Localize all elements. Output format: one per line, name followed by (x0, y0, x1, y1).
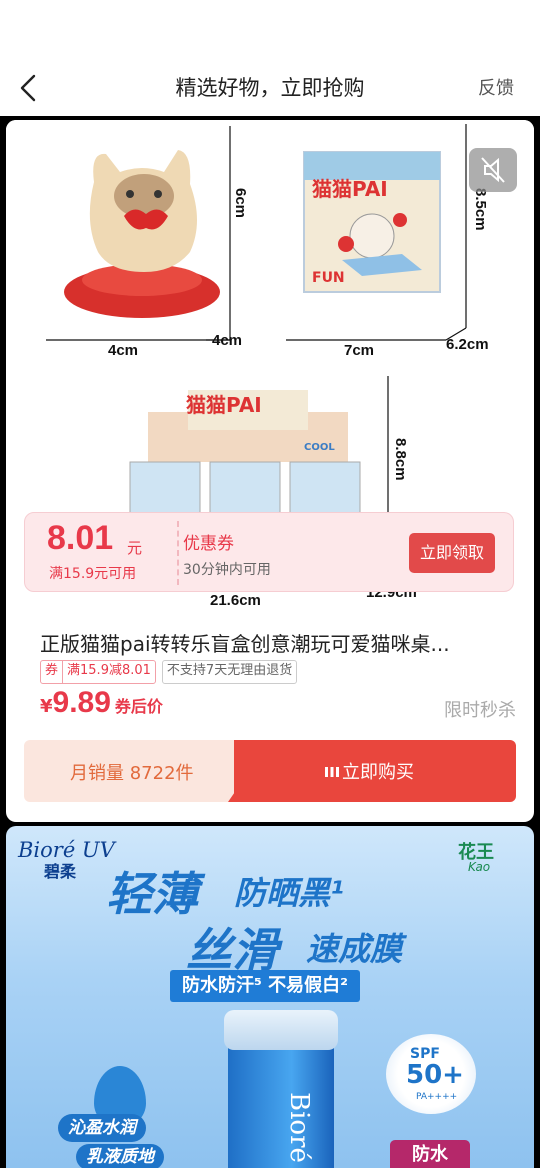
figure-width-label: 4cm (108, 342, 139, 359)
ad-brand-cn: 碧柔 (44, 862, 77, 881)
display-height-label: 8.8cm (392, 438, 409, 481)
product-card[interactable]: 猫猫PAI FUN 猫猫PAI COOL 6cm 4cm 4cm 8.5cm 7… (6, 120, 534, 822)
coupon-tag-label: 券 (41, 661, 64, 683)
pa-rating: PA++++ (416, 1092, 458, 1102)
price-block: ¥9.89 券后价 (40, 686, 163, 720)
figure-depth-label: 4cm (212, 332, 243, 349)
display-width-label: 21.6cm (210, 592, 261, 609)
coupon-name: 优惠券 (183, 534, 234, 554)
ad-badge-1: 沁盈水润 (58, 1114, 146, 1142)
flash-sale-label: 限时秒杀 (444, 700, 516, 721)
mute-icon (481, 157, 505, 183)
bottle-text: Bioré (284, 1092, 314, 1163)
waterproof-badge: 防水 (390, 1140, 470, 1168)
ad-headline-2-sub: 速成膜 (306, 930, 403, 968)
coupon-banner[interactable]: 8.01 元 满15.9元可用 优惠券 30分钟内可用 立即领取 (24, 512, 514, 592)
monthly-sales: 月销量 8722件 (70, 763, 194, 784)
bars-icon (325, 767, 339, 777)
box-depth-label: 6.2cm (446, 336, 489, 353)
coupon-condition: 满15.9元可用 (49, 566, 137, 582)
coupon-amount: 8.01 (47, 519, 114, 557)
price-note: 券后价 (114, 697, 163, 716)
coupon-validity: 30分钟内可用 (183, 562, 271, 578)
price-symbol: ¥ (40, 696, 53, 717)
ad-feature-pill: 防水防汗⁵ 不易假白² (170, 970, 361, 1002)
top-bar: 精选好物，立即抢购 反馈 (0, 0, 540, 116)
spf-value: 50+ (406, 1060, 464, 1090)
coupon-unit: 元 (127, 539, 143, 557)
ad-headline-1: 轻薄 (106, 867, 198, 921)
buy-now-button[interactable]: 立即购买 (234, 740, 516, 802)
buy-now-label: 立即购买 (342, 762, 414, 783)
ad-maker-en: Kao (468, 860, 491, 874)
sunscreen-ad-banner[interactable]: Bioré UV 碧柔 花王 Kao 轻薄 防晒黑¹ 丝滑 速成膜 防水防汗⁵ … (6, 826, 534, 1168)
mute-button[interactable] (469, 148, 517, 192)
feedback-link[interactable]: 反馈 (478, 74, 514, 100)
coupon-tag: 券 满15.9减8.01 (40, 660, 156, 684)
spf-badge: SPF 50+ PA++++ (386, 1034, 476, 1114)
product-video[interactable]: 猫猫PAI FUN 猫猫PAI COOL 6cm 4cm 4cm 8.5cm 7… (6, 120, 534, 609)
coupon-tag-text: 满15.9减8.01 (67, 663, 151, 678)
figure-height-label: 6cm (232, 188, 249, 219)
claim-coupon-button[interactable]: 立即领取 (409, 533, 495, 573)
product-tags: 券 满15.9减8.01 不支持7天无理由退货 (40, 660, 298, 684)
product-title[interactable]: 正版猫猫pai转转乐盲盒创意潮玩可爱猫咪桌... (40, 628, 510, 657)
price-value: 9.89 (52, 686, 111, 719)
page-title: 精选好物，立即抢购 (175, 76, 365, 100)
return-policy-tag: 不支持7天无理由退货 (161, 660, 298, 684)
box-width-label: 7cm (344, 342, 375, 359)
sunscreen-bottle-image: Bioré (224, 1010, 338, 1168)
buy-bar[interactable]: 月销量 8722件 立即购买 (24, 740, 516, 802)
bottle-cap (224, 1010, 338, 1050)
ad-badge-2: 乳液质地 (76, 1144, 164, 1168)
box-height-label: 8.5cm (472, 188, 489, 231)
coupon-divider (177, 521, 179, 585)
ad-headline-1-sub: 防晒黑¹ (234, 874, 345, 912)
